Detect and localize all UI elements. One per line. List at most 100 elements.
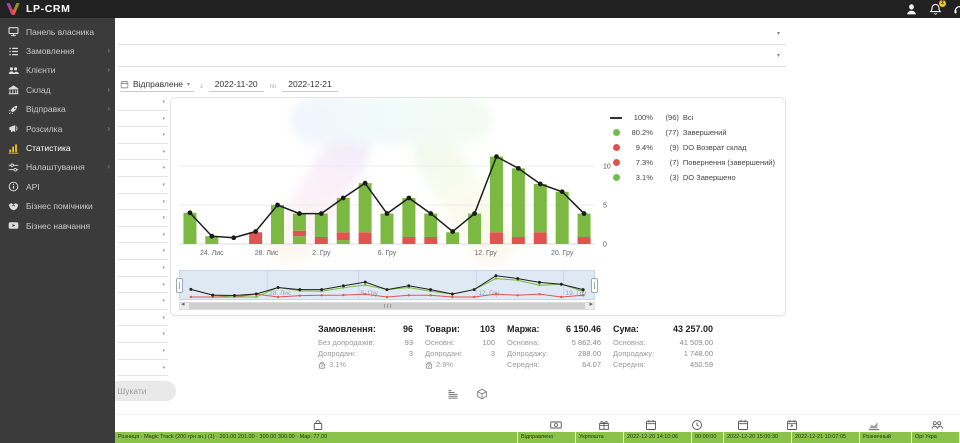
side-filter-select-6[interactable]: ▾ [118,177,168,194]
date-from-input[interactable]: 2022-11-20 [209,79,264,92]
stat-sub-label: Допродажу: [613,348,654,359]
range-scrollbar[interactable]: ◂ ▸ [179,302,595,310]
stat-column: Сума:43 257.00Основна:41 509.00Допродажу… [613,324,713,370]
side-filter-select-11[interactable]: ▾ [118,260,168,277]
legend-count: (96) [657,113,679,122]
legend-item[interactable]: 7.3%(7)Повернення (завершений) [610,155,775,170]
side-filter-select-10[interactable]: ▾ [118,243,168,260]
settings-icon [8,162,19,173]
stat-sub-label: Допродані: [425,348,463,359]
chevron-down-icon: ▾ [162,265,165,271]
chevron-right-icon: › [107,105,110,113]
side-filter-select-12[interactable]: ▾ [118,277,168,294]
package-view-icon[interactable] [476,387,488,399]
calendar-icon [120,80,129,89]
chevron-right-icon: › [107,125,110,133]
svg-text:24. Лис: 24. Лис [200,250,224,257]
stat-title: Замовлення: [318,324,376,334]
legend-item[interactable]: 80.2%(77)Завершений [610,125,775,140]
side-filter-select-2[interactable]: ▾ [118,111,168,128]
column-bag-icon[interactable] [312,418,324,430]
stat-title: Товари: [425,324,460,334]
side-filter-select-5[interactable]: ▾ [118,160,168,177]
business-helpers-icon [8,201,19,212]
orders-table-row[interactable]: Розниця · Magic Track (200 грн зн.) (1) … [115,432,960,443]
sidebar-item-shipping[interactable]: Відправка › [0,100,115,119]
scroll-right-arrow[interactable]: ▸ [589,301,593,309]
date-to-input[interactable]: 2022-12-21 [282,79,337,92]
side-filter-select-4[interactable]: ▾ [118,144,168,161]
side-filter-select-8[interactable]: ▾ [118,210,168,227]
chevron-down-icon: ▾ [162,116,165,122]
column-gift-icon[interactable] [598,418,610,430]
legend-swatch [610,117,623,119]
warehouse-icon [8,84,19,95]
stat-sub-value: 64.07 [574,359,601,370]
column-banknote-icon[interactable] [550,418,562,430]
sidebar-item-api[interactable]: API [0,177,115,196]
legend-label: DO Возврат склад [683,143,747,152]
column-clock-icon[interactable] [691,418,703,430]
stat-sub-label: Основна: [507,337,539,348]
svg-text:12. Гру: 12. Гру [474,250,497,257]
sidebar-item-orders[interactable]: Замовлення› [0,41,115,60]
notifications-bell-icon[interactable]: 1 [929,3,942,16]
sidebar-item-label: Замовлення [26,46,74,56]
app-logo[interactable]: LP-CRM [0,2,70,16]
date-type-select[interactable]: Відправлене ▾ [120,79,194,92]
sidebar-item-warehouse[interactable]: Склад› [0,80,115,99]
sidebar-item-statistics[interactable]: Статистика [0,138,115,157]
mailing-icon [8,123,19,134]
stat-title: Сума: [613,324,639,334]
column-area-chart-icon[interactable] [868,418,880,430]
legend-item[interactable]: 9.4%(9)DO Возврат склад [610,140,775,155]
side-filter-select-17[interactable]: ▾ [118,360,168,377]
sidebar-item-label: Відправка [26,104,66,114]
chart-range-navigator[interactable]: 28. Лис5. Гру12. Гру19. Гру [179,270,595,300]
column-people-icon[interactable] [931,418,943,430]
side-filter-select-16[interactable]: ▾ [118,343,168,360]
row-cell: Орі Укра [912,432,960,443]
svg-text:6. Гру: 6. Гру [378,250,397,257]
column-calendar-icon[interactable] [737,418,749,430]
chevron-down-icon: ▾ [777,30,780,37]
support-headset-icon[interactable] [953,3,960,16]
side-filter-select-14[interactable]: ▾ [118,310,168,327]
stat-sub-value: 3 [401,348,413,359]
range-handle-left[interactable] [176,278,183,293]
stat-title: Маржа: [507,324,539,334]
side-filter-select-9[interactable]: ▾ [118,227,168,244]
user-icon[interactable] [905,3,918,16]
stat-value: 43 257.00 [665,324,713,334]
sidebar-item-business-training[interactable]: Бізнес навчання [0,216,115,235]
filter-select-1[interactable]: ▾ [118,24,786,45]
side-filter-select-13[interactable]: ▾ [118,293,168,310]
filter-select-2[interactable]: ▾ [118,46,786,67]
list-view-icon[interactable] [447,387,459,399]
legend-item[interactable]: 100%(96)Всі [610,110,775,125]
side-filter-select-15[interactable]: ▾ [118,326,168,343]
sidebar-item-business-helpers[interactable]: Бізнес помічники [0,197,115,216]
chevron-down-icon: ▾ [162,149,165,155]
sidebar-item-settings[interactable]: Налаштування› [0,158,115,177]
sidebar-item-label: Бізнес навчання [26,221,90,231]
column-calendar-export-icon[interactable] [786,418,798,430]
legend-item[interactable]: 3.1%(3)DO Завершено [610,170,775,185]
scrollbar-grip[interactable] [384,304,391,308]
sidebar: Панель власникаЗамовлення›Клієнти›Склад›… [0,18,115,443]
side-filter-select-3[interactable]: ▾ [118,127,168,144]
chevron-down-icon: ▾ [162,165,165,171]
side-filter-select-1[interactable]: ▾ [118,94,168,111]
scroll-left-arrow[interactable]: ◂ [181,301,185,309]
chevron-down-icon: ▾ [162,215,165,221]
range-handle-right[interactable] [591,278,598,293]
stat-value: 6 150.46 [558,324,601,334]
sidebar-item-clients[interactable]: Клієнти› [0,61,115,80]
stat-sub-label: Основна: [613,337,645,348]
stat-value: 96 [395,324,413,334]
sidebar-item-dashboard[interactable]: Панель власника [0,22,115,41]
column-calendar-icon[interactable] [645,418,657,430]
sidebar-item-mailing[interactable]: Розсилка› [0,119,115,138]
side-filter-select-7[interactable]: ▾ [118,194,168,211]
side-filter-selects: ▾▾▾▾▾▾▾▾▾▾▾▾▾▾▾▾▾ [118,94,168,376]
